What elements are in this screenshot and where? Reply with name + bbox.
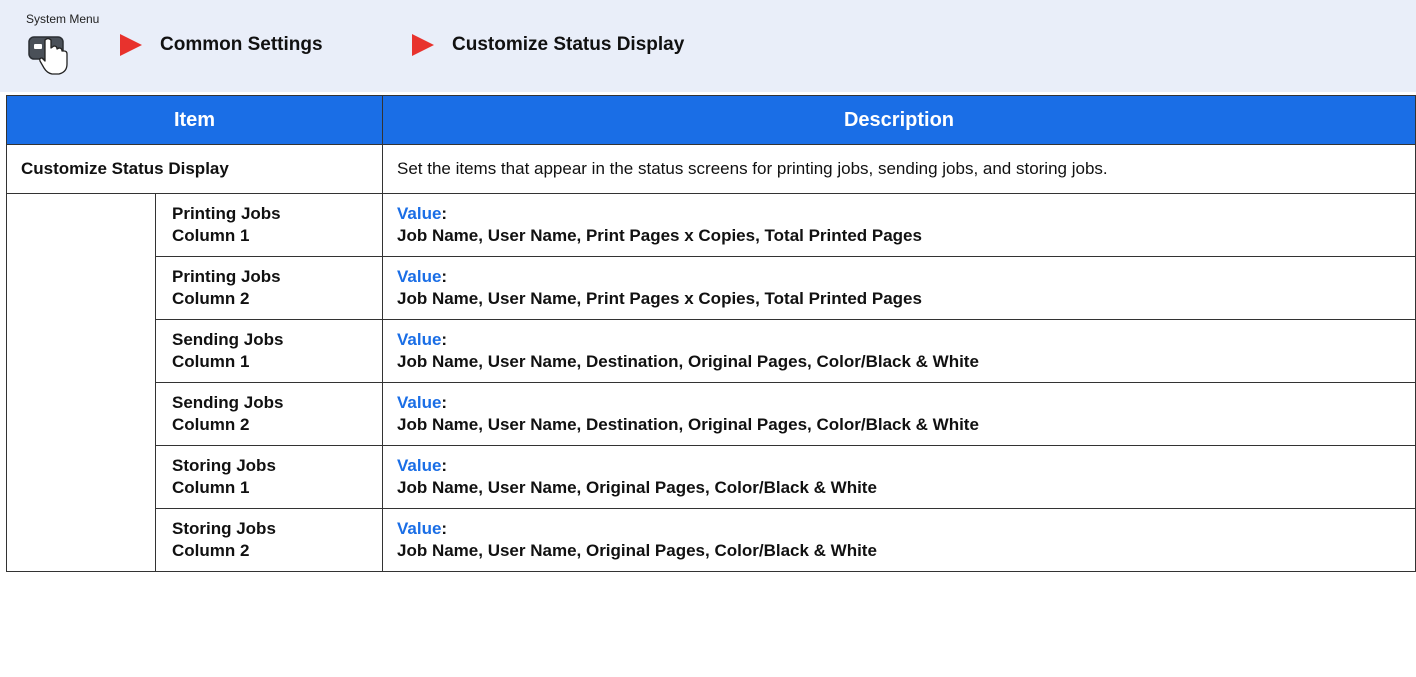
setting-value: Value: Job Name, User Name, Print Pages x…: [382, 193, 1416, 257]
table-header-row: Item Description: [6, 95, 1416, 145]
value-colon: :: [441, 519, 448, 538]
setting-value: Value: Job Name, User Name, Original Page…: [382, 508, 1416, 572]
red-arrow-icon: [120, 34, 142, 56]
value-options: Job Name, User Name, Print Pages x Copie…: [397, 289, 922, 308]
value-heading: Value:: [397, 329, 1401, 351]
value-colon: :: [441, 330, 448, 349]
setting-name: Sending Jobs Column 2: [155, 382, 383, 446]
setting-name-line1: Sending Jobs: [172, 330, 284, 349]
setting-name-line2: Column 2: [172, 541, 250, 560]
value-options: Job Name, User Name, Original Pages, Col…: [397, 541, 877, 560]
setting-value: Value: Job Name, User Name, Print Pages x…: [382, 256, 1416, 320]
indent-cell: [6, 382, 156, 446]
category-row: Customize Status Display Set the items t…: [6, 144, 1416, 194]
value-colon: :: [441, 267, 448, 286]
value-colon: :: [441, 393, 448, 412]
value-options: Job Name, User Name, Destination, Origin…: [397, 415, 979, 434]
value-label: Value: [397, 519, 442, 538]
value-colon: :: [441, 456, 448, 475]
setting-value: Value: Job Name, User Name, Destination, …: [382, 319, 1416, 383]
settings-table: Item Description Customize Status Displa…: [6, 95, 1416, 572]
value-options: Job Name, User Name, Original Pages, Col…: [397, 478, 877, 497]
setting-name-line1: Storing Jobs: [172, 519, 276, 538]
breadcrumb-item-customize-status-display: Customize Status Display: [412, 34, 684, 56]
system-menu-label: System Menu: [26, 12, 100, 26]
value-heading: Value:: [397, 266, 1401, 288]
indent-cell: [6, 319, 156, 383]
hand-press-icon: [28, 36, 68, 75]
setting-name: Storing Jobs Column 2: [155, 508, 383, 572]
setting-value: Value: Job Name, User Name, Original Page…: [382, 445, 1416, 509]
setting-value: Value: Job Name, User Name, Destination, …: [382, 382, 1416, 446]
system-menu-key: System Menu: [20, 12, 130, 92]
table-row: Storing Jobs Column 1 Value: Job Name, User…: [6, 445, 1416, 509]
category-description: Set the items that appear in the status …: [382, 144, 1416, 194]
value-label: Value: [397, 393, 442, 412]
indent-cell: [6, 445, 156, 509]
setting-name-line1: Printing Jobs: [172, 204, 281, 223]
table-row: Storing Jobs Column 2 Value: Job Name, User…: [6, 508, 1416, 572]
indent-cell: [6, 193, 156, 257]
setting-name-line2: Column 2: [172, 415, 250, 434]
table-row: Printing Jobs Column 1 Value: Job Name, Use…: [6, 193, 1416, 257]
column-header-item: Item: [6, 95, 383, 145]
table-row: Sending Jobs Column 2 Value: Job Name, User…: [6, 382, 1416, 446]
indent-cell: [6, 508, 156, 572]
setting-name: Printing Jobs Column 2: [155, 256, 383, 320]
value-heading: Value:: [397, 203, 1401, 225]
value-heading: Value:: [397, 392, 1401, 414]
setting-name-line1: Storing Jobs: [172, 456, 276, 475]
breadcrumb-label: Common Settings: [160, 34, 323, 55]
page-header: System Menu Common Settings Customize St…: [0, 0, 1416, 92]
setting-name-line2: Column 1: [172, 226, 250, 245]
breadcrumb-label: Customize Status Display: [452, 34, 685, 55]
setting-name-line2: Column 1: [172, 478, 250, 497]
setting-name-line2: Column 2: [172, 289, 250, 308]
setting-name: Printing Jobs Column 1: [155, 193, 383, 257]
column-header-description: Description: [382, 95, 1416, 145]
setting-name-line1: Printing Jobs: [172, 267, 281, 286]
value-label: Value: [397, 204, 442, 223]
setting-name: Sending Jobs Column 1: [155, 319, 383, 383]
value-options: Job Name, User Name, Print Pages x Copie…: [397, 226, 922, 245]
table-row: Sending Jobs Column 1 Value: Job Name, User…: [6, 319, 1416, 383]
value-colon: :: [441, 204, 448, 223]
category-name: Customize Status Display: [6, 144, 383, 194]
setting-name-line2: Column 1: [172, 352, 250, 371]
red-arrow-icon: [412, 34, 434, 56]
setting-name: Storing Jobs Column 1: [155, 445, 383, 509]
indent-cell: [6, 256, 156, 320]
value-label: Value: [397, 267, 442, 286]
table-row: Printing Jobs Column 2 Value: Job Name, Use…: [6, 256, 1416, 320]
value-label: Value: [397, 330, 442, 349]
breadcrumb-item-common-settings: Common Settings: [120, 34, 323, 56]
value-heading: Value:: [397, 518, 1401, 540]
setting-name-line1: Sending Jobs: [172, 393, 284, 412]
value-options: Job Name, User Name, Destination, Origin…: [397, 352, 979, 371]
value-label: Value: [397, 456, 442, 475]
value-heading: Value:: [397, 455, 1401, 477]
